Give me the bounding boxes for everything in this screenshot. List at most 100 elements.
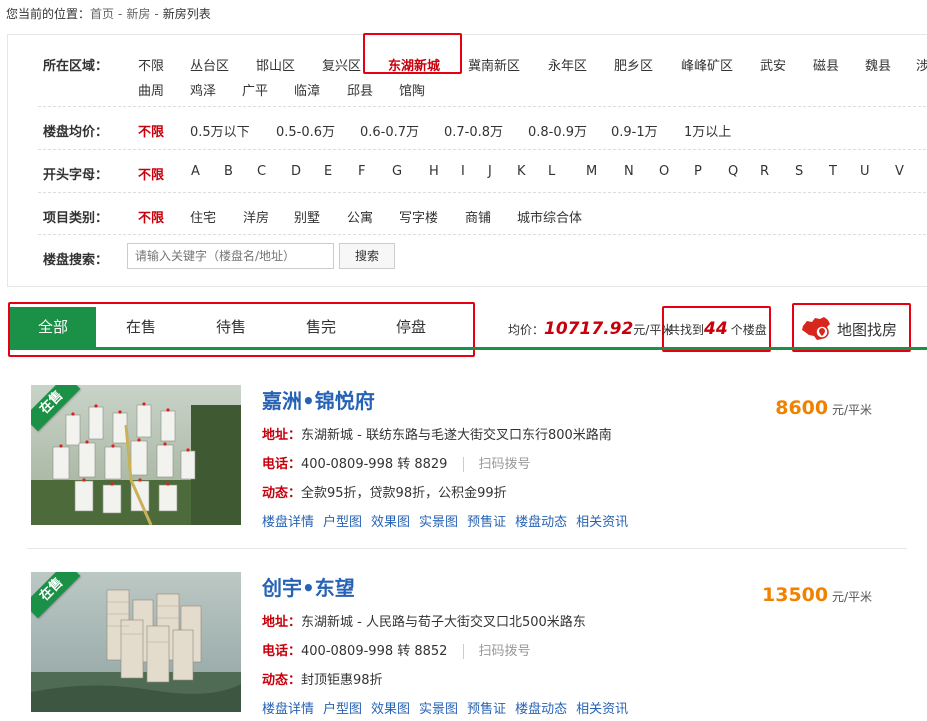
category-filter-option[interactable]: 公寓 — [347, 207, 373, 226]
listing-links: 楼盘详情 户型图 效果图 实景图 预售证 楼盘动态 相关资讯 — [262, 511, 637, 530]
price-filter-option[interactable]: 1万以上 — [684, 121, 731, 140]
letter-filter-option[interactable]: S — [795, 164, 803, 179]
region-filter-option[interactable]: 磁县 — [813, 55, 839, 74]
price-filter-option[interactable]: 0.8-0.9万 — [528, 121, 587, 140]
letter-filter-option[interactable]: H — [429, 164, 439, 179]
letter-filter-option[interactable]: L — [548, 164, 555, 179]
link-real-photos[interactable]: 实景图 — [419, 702, 458, 717]
letter-filter-option[interactable]: D — [291, 164, 301, 179]
link-renderings[interactable]: 效果图 — [371, 515, 410, 530]
price-filter-option[interactable]: 0.6-0.7万 — [360, 121, 419, 140]
link-presale-permit[interactable]: 预售证 — [467, 515, 506, 530]
listing-image[interactable]: 在售 — [31, 572, 241, 712]
link-floor-plans[interactable]: 户型图 — [323, 515, 362, 530]
map-search-button[interactable]: 地图找房 — [800, 315, 908, 345]
letter-filter-option[interactable]: C — [257, 164, 266, 179]
listing-price-unit: 元/平米 — [831, 590, 872, 604]
category-filter-option[interactable]: 别墅 — [294, 207, 320, 226]
region-filter-option[interactable]: 武安 — [760, 55, 786, 74]
region-filter-option[interactable]: 东湖新城 — [388, 55, 440, 74]
listing-price-unit: 元/平米 — [831, 403, 872, 417]
category-filter-option[interactable]: 洋房 — [243, 207, 269, 226]
link-property-news[interactable]: 楼盘动态 — [515, 515, 567, 530]
listing-title[interactable]: 嘉洲•锦悦府 — [262, 385, 375, 414]
region-filter-option[interactable]: 丛台区 — [190, 55, 229, 74]
link-related-info[interactable]: 相关资讯 — [576, 702, 628, 717]
tab-pending[interactable]: 待售 — [186, 307, 276, 347]
region-filter-option[interactable]: 峰峰矿区 — [681, 55, 733, 74]
link-real-photos[interactable]: 实景图 — [419, 515, 458, 530]
region-filter-option[interactable]: 鸡泽 — [190, 80, 216, 99]
link-floor-plans[interactable]: 户型图 — [323, 702, 362, 717]
letter-filter-option[interactable]: Q — [728, 164, 738, 179]
price-filter-option[interactable]: 0.5-0.6万 — [276, 121, 335, 140]
tab-all[interactable]: 全部 — [10, 307, 96, 347]
letter-filter-option[interactable]: O — [659, 164, 669, 179]
category-filter-option[interactable]: 城市综合体 — [517, 207, 582, 226]
breadcrumb: 您当前的位置：首页 - 新房 - 新房列表 — [6, 5, 211, 22]
link-related-info[interactable]: 相关资讯 — [576, 515, 628, 530]
letter-filter-option[interactable]: B — [224, 164, 233, 179]
link-presale-permit[interactable]: 预售证 — [467, 702, 506, 717]
region-filter-option[interactable]: 魏县 — [865, 55, 891, 74]
breadcrumb-separator: - — [118, 7, 123, 21]
category-filter-option[interactable]: 住宅 — [190, 207, 216, 226]
price-filter-option[interactable]: 0.5万以下 — [190, 121, 250, 140]
link-renderings[interactable]: 效果图 — [371, 702, 410, 717]
letter-filter-option[interactable]: G — [392, 164, 402, 179]
letter-filter-option[interactable]: M — [586, 164, 597, 179]
letter-filter-option[interactable]: A — [191, 164, 200, 179]
average-price-value: 10717.92 — [544, 319, 634, 339]
breadcrumb-newhouse-link[interactable]: 新房 — [126, 7, 150, 21]
region-filter-option[interactable]: 曲周 — [138, 80, 164, 99]
price-filter-option[interactable]: 0.9-1万 — [611, 121, 658, 140]
region-filter-option[interactable]: 邯山区 — [256, 55, 295, 74]
link-property-details[interactable]: 楼盘详情 — [262, 515, 314, 530]
letter-filter-option[interactable]: T — [829, 164, 837, 179]
search-button[interactable]: 搜索 — [339, 243, 395, 269]
listing-image[interactable]: 在售 — [31, 385, 241, 525]
phone-value: 400-0809-998 转 8829 — [301, 457, 448, 472]
link-property-details[interactable]: 楼盘详情 — [262, 702, 314, 717]
letter-filter-option[interactable]: E — [324, 164, 332, 179]
result-count: 共找到44 个楼盘 — [668, 319, 767, 339]
letter-filter-option[interactable]: V — [895, 164, 904, 179]
link-property-news[interactable]: 楼盘动态 — [515, 702, 567, 717]
scan-to-dial-link[interactable]: 扫码拨号 — [463, 644, 531, 659]
category-filter-option[interactable]: 写字楼 — [399, 207, 438, 226]
letter-filter-option[interactable]: R — [760, 164, 769, 179]
listing-title[interactable]: 创宇•东望 — [262, 572, 355, 601]
region-filter-option[interactable]: 冀南新区 — [468, 55, 520, 74]
letter-filter-option[interactable]: F — [358, 164, 365, 179]
scan-to-dial-link[interactable]: 扫码拨号 — [463, 457, 531, 472]
china-map-icon — [800, 315, 832, 343]
region-filter-option[interactable]: 馆陶 — [399, 80, 425, 99]
region-filter-option[interactable]: 永年区 — [548, 55, 587, 74]
tab-on-sale[interactable]: 在售 — [96, 307, 186, 347]
property-search-input[interactable] — [127, 243, 334, 269]
category-filter-row: 项目类别： 不限 住宅 洋房 别墅 公寓 写字楼 商铺 城市综合体 — [38, 193, 927, 235]
letter-filter-option[interactable]: J — [488, 164, 492, 179]
category-filter-option[interactable]: 商铺 — [465, 207, 491, 226]
letter-filter-option[interactable]: K — [517, 164, 526, 179]
price-filter-row: 楼盘均价： 不限 0.5万以下 0.5-0.6万 0.6-0.7万 0.7-0.8万 0.… — [38, 107, 927, 150]
letter-filter-option[interactable]: P — [694, 164, 702, 179]
region-filter-option[interactable]: 广平 — [242, 80, 268, 99]
letter-filter-option[interactable]: I — [461, 164, 465, 179]
region-filter-option[interactable]: 临漳 — [294, 80, 320, 99]
category-filter-option[interactable]: 不限 — [138, 207, 164, 226]
letter-filter-option[interactable]: U — [860, 164, 870, 179]
region-filter-option[interactable]: 复兴区 — [322, 55, 361, 74]
price-filter-option[interactable]: 不限 — [138, 121, 164, 140]
tab-suspended[interactable]: 停盘 — [366, 307, 456, 347]
region-filter-option[interactable]: 肥乡区 — [614, 55, 653, 74]
price-filter-option[interactable]: 0.7-0.8万 — [444, 121, 503, 140]
tab-sold-out[interactable]: 售完 — [276, 307, 366, 347]
region-filter-option[interactable]: 涉 — [916, 55, 927, 74]
breadcrumb-home-link[interactable]: 首页 — [90, 7, 114, 21]
region-filter-option[interactable]: 不限 — [138, 55, 164, 74]
region-filter-option[interactable]: 邱县 — [347, 80, 373, 99]
letter-filter-option[interactable]: 不限 — [138, 164, 164, 183]
letter-filter-option[interactable]: N — [624, 164, 634, 179]
result-count-prefix: 共找到 — [668, 323, 705, 337]
